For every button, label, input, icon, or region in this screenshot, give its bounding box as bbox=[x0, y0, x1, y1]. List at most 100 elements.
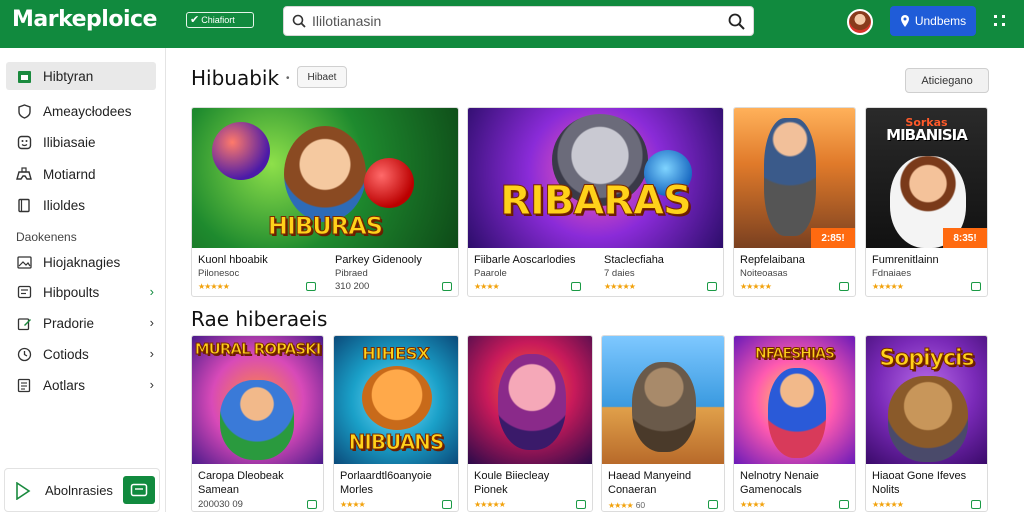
wallet-icon bbox=[130, 483, 148, 497]
game-art-title: NIBUANS bbox=[348, 430, 445, 455]
game-art-subtitle: HIHESX bbox=[362, 344, 431, 364]
game-subtitle: 7 daies bbox=[604, 268, 635, 279]
game-rating: ★★★★ bbox=[740, 500, 766, 509]
user-avatar[interactable] bbox=[847, 9, 873, 35]
apps-grid-icon[interactable] bbox=[993, 14, 1007, 28]
sidebar-item-shield[interactable]: Ameaycłodees bbox=[6, 97, 156, 125]
game-rating: ★★★★★ bbox=[198, 282, 230, 291]
search-submit-icon[interactable] bbox=[728, 13, 745, 30]
sidebar-item-label: Hibtyran bbox=[43, 68, 94, 84]
game-rating: ★★★★★ bbox=[740, 282, 772, 291]
character-graphic bbox=[284, 126, 366, 222]
game-art-title: MURAL ROPASKI bbox=[194, 340, 322, 358]
sidebar-footer-card[interactable]: Abolnrasies bbox=[4, 468, 160, 512]
game-card-art bbox=[734, 108, 855, 248]
card-icon bbox=[16, 284, 32, 300]
sidebar-item-clock[interactable]: Cotiods › bbox=[6, 340, 156, 368]
filter-button[interactable]: Aticiegano bbox=[905, 68, 989, 93]
play-store-icon bbox=[16, 482, 31, 500]
search-input[interactable] bbox=[312, 11, 712, 31]
chevron-right-icon[interactable]: › bbox=[150, 315, 154, 330]
sidebar-item-label: Ilibiasaie bbox=[43, 134, 96, 150]
sidebar-item-store[interactable]: Hibtyran bbox=[6, 62, 156, 90]
section-chip[interactable]: Hibaet bbox=[297, 66, 347, 88]
search-icon bbox=[292, 14, 306, 28]
game-art-title: HIBURAS bbox=[267, 212, 383, 241]
game-subtitle: Pibraed bbox=[335, 268, 368, 279]
gamepad-icon bbox=[442, 500, 452, 509]
game-art-title: RIBARAS bbox=[500, 178, 693, 225]
game-card-art: NFAESHIAS bbox=[734, 336, 855, 464]
sidebar-item-label: Hiojaknagies bbox=[43, 254, 121, 270]
game-art-title: NFAESHIAS bbox=[755, 346, 836, 363]
gamepad-icon bbox=[971, 500, 981, 509]
sidebar-section-label: Daokenens bbox=[16, 230, 77, 244]
game-card-art bbox=[468, 336, 592, 464]
character-graphic bbox=[888, 376, 968, 462]
game-card-art: HIBURAS bbox=[192, 108, 458, 248]
brand-logo[interactable]: Markeploice bbox=[12, 7, 157, 32]
discount-ribbon: 8:35! bbox=[943, 228, 987, 248]
game-subtitle: Samean bbox=[198, 484, 239, 496]
gamepad-icon bbox=[839, 500, 849, 509]
game-stats: 200030 09 bbox=[198, 499, 243, 510]
game-card[interactable]: RIBARAS Fiibarle Aoscarlodies Paarole ★★… bbox=[467, 107, 724, 297]
primary-action-button[interactable]: Undbems bbox=[890, 6, 976, 36]
game-title: Fiibarle Aoscarlodies bbox=[474, 254, 576, 266]
sidebar-item-images[interactable]: Hiojaknagies bbox=[6, 248, 156, 276]
game-title: Haead Manyeind bbox=[608, 470, 692, 482]
section-title-new: Rae hiberaeis bbox=[191, 307, 328, 331]
game-card[interactable]: Sopiycis Hiaoat Gone Ifeves Nolits ★★★★★ bbox=[865, 335, 988, 512]
chevron-right-icon[interactable]: › bbox=[150, 284, 154, 299]
game-subtitle: Morles bbox=[340, 484, 374, 496]
game-card-art: HIHESX NIBUANS bbox=[334, 336, 458, 464]
section-title-featured: Hibuabik bbox=[191, 66, 280, 90]
sidebar-item-label: Motiarnd bbox=[43, 166, 96, 182]
chevron-right-icon[interactable]: › bbox=[150, 377, 154, 392]
cta-label: Undbems bbox=[914, 14, 967, 28]
gamepad-icon bbox=[442, 282, 452, 291]
sidebar-footer-label: Abolnrasies bbox=[45, 483, 113, 498]
sidebar-item-list[interactable]: Aotlars › bbox=[6, 371, 156, 399]
game-card-art: Sorkas MIBANISIA bbox=[866, 108, 987, 248]
game-card[interactable]: NFAESHIAS Nelnotry Nenaie Gamenocals ★★★… bbox=[733, 335, 856, 512]
edit-icon bbox=[16, 315, 32, 331]
sidebar-item-books[interactable]: Ilioldes bbox=[6, 191, 156, 219]
wallet-button[interactable] bbox=[123, 476, 155, 504]
game-card[interactable]: 2:85! Repfelaibana Noiteoasas ★★★★★ bbox=[733, 107, 856, 297]
gamepad-icon bbox=[707, 282, 717, 291]
game-card[interactable]: Haead Manyeind Conaeran ★★★★ 60 bbox=[601, 335, 725, 512]
sidebar-item-label: Aotlars bbox=[43, 377, 86, 393]
game-card-art: RIBARAS bbox=[468, 108, 723, 248]
book-icon bbox=[16, 197, 32, 213]
game-card-art bbox=[602, 336, 724, 464]
gamepad-icon bbox=[571, 282, 581, 291]
gamepad-icon bbox=[708, 500, 718, 509]
game-subtitle: Fdnaiaes bbox=[872, 268, 912, 279]
search-bar[interactable] bbox=[283, 6, 754, 36]
sidebar-item-label: Ameaycłodees bbox=[43, 103, 132, 119]
game-card[interactable]: HIBURAS Kuonl hboabik Pilonesoc ★★★★★ Pa… bbox=[191, 107, 459, 297]
chevron-right-icon[interactable]: › bbox=[150, 346, 154, 361]
game-card[interactable]: Koule Biiecleay Pionek ★★★★★ bbox=[467, 335, 593, 512]
game-card[interactable]: HIHESX NIBUANS Porlaardtl6oanyoie Morles… bbox=[333, 335, 459, 512]
sidebar-item-smile[interactable]: Ilibiasaie bbox=[6, 128, 156, 156]
game-card[interactable]: MURAL ROPASKI Caropa Dleobeak Samean 200… bbox=[191, 335, 324, 512]
verified-badge[interactable]: ✔ Chiafiort bbox=[186, 12, 254, 28]
game-rating: ★★★★ bbox=[340, 500, 366, 509]
game-title: Fumrenitlainn bbox=[872, 254, 939, 266]
location-pin-icon bbox=[900, 15, 909, 27]
sidebar-item-edit[interactable]: Pradorie › bbox=[6, 309, 156, 337]
game-subtitle: Noiteoasas bbox=[740, 268, 788, 279]
game-title: Porlaardtl6oanyoie bbox=[340, 470, 432, 482]
gamepad-icon bbox=[306, 282, 316, 291]
game-card[interactable]: Sorkas MIBANISIA 8:35! Fumrenitlainn Fdn… bbox=[865, 107, 988, 297]
game-title: Kuonl hboabik bbox=[198, 254, 268, 266]
game-rating: ★★★★★ bbox=[604, 282, 636, 291]
sidebar-item-label: Hibpoults bbox=[43, 284, 100, 300]
game-subtitle: Pilonesoc bbox=[198, 268, 240, 279]
sidebar-item-games[interactable]: Motiarnd bbox=[6, 160, 156, 188]
game-title: Hiaoat Gone Ifeves bbox=[872, 470, 967, 482]
character-graphic bbox=[632, 362, 696, 452]
sidebar-item-cards[interactable]: Hibpoults › bbox=[6, 278, 156, 306]
